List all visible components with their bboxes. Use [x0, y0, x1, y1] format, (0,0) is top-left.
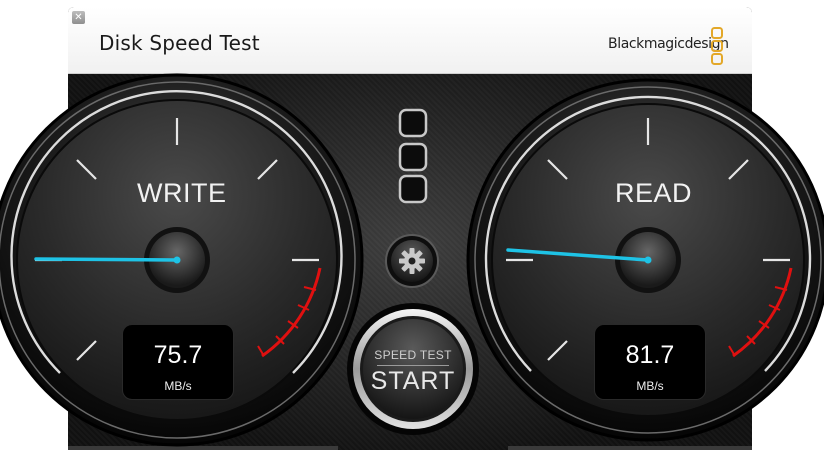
write-unit: MB/s [164, 379, 192, 393]
settings-button[interactable] [385, 234, 439, 288]
start-label: START [370, 367, 456, 395]
read-readout: 81.7 MB/s [594, 324, 706, 400]
read-value: 81.7 [625, 341, 675, 369]
status-indicators [398, 108, 428, 204]
write-readout: 75.7 MB/s [122, 324, 234, 400]
write-needle [34, 257, 179, 262]
read-unit: MB/s [636, 379, 664, 393]
start-caption: SPEED TEST [374, 348, 452, 362]
start-divider [377, 365, 449, 366]
write-value: 75.7 [153, 341, 203, 369]
read-label: READ [615, 178, 693, 208]
gear-icon [399, 248, 425, 274]
write-label: WRITE [137, 178, 227, 208]
